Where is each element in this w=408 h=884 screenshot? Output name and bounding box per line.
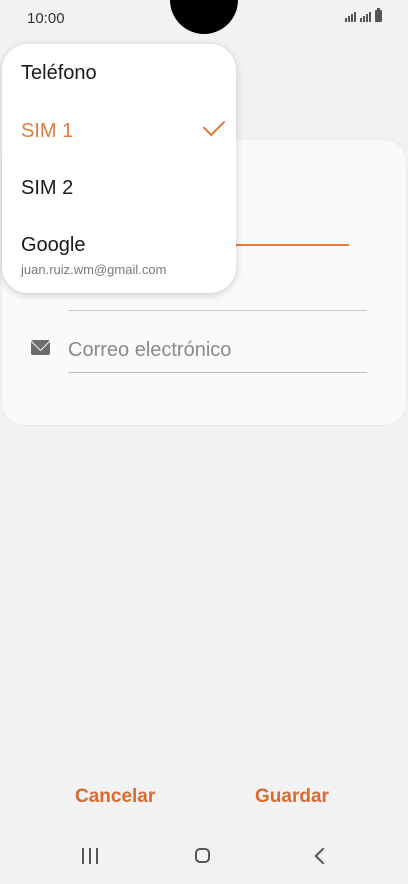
signal-icon bbox=[345, 10, 356, 22]
check-icon bbox=[202, 113, 226, 137]
status-icons bbox=[345, 8, 382, 22]
email-underline bbox=[68, 372, 367, 373]
home-icon[interactable] bbox=[195, 848, 210, 863]
menu-item-google[interactable]: Google bbox=[21, 234, 86, 257]
navigation-bar bbox=[0, 836, 408, 876]
cancel-button[interactable]: Cancelar bbox=[75, 786, 155, 808]
menu-item-sim2[interactable]: SIM 2 bbox=[21, 177, 73, 200]
menu-item-sim1[interactable]: SIM 1 bbox=[21, 120, 73, 143]
email-icon bbox=[31, 340, 50, 355]
status-bar: 10:00 bbox=[0, 0, 408, 38]
account-dropdown: Teléfono SIM 1 SIM 2 Google juan.ruiz.wm… bbox=[2, 44, 236, 293]
back-icon[interactable] bbox=[314, 847, 332, 865]
status-time: 10:00 bbox=[27, 10, 65, 27]
save-button[interactable]: Guardar bbox=[255, 786, 329, 808]
menu-item-google-account: juan.ruiz.wm@gmail.com bbox=[21, 262, 167, 277]
email-placeholder: Correo electrónico bbox=[68, 339, 232, 361]
recent-apps-icon[interactable] bbox=[82, 848, 98, 864]
camera-notch bbox=[170, 0, 238, 34]
active-field-underline bbox=[230, 244, 349, 246]
battery-icon bbox=[375, 8, 382, 22]
action-bar: Cancelar Guardar bbox=[0, 786, 408, 816]
field-underline bbox=[68, 310, 367, 311]
signal-icon bbox=[360, 10, 371, 22]
menu-item-telefono[interactable]: Teléfono bbox=[21, 62, 97, 85]
email-input[interactable]: Correo electrónico bbox=[68, 336, 367, 373]
